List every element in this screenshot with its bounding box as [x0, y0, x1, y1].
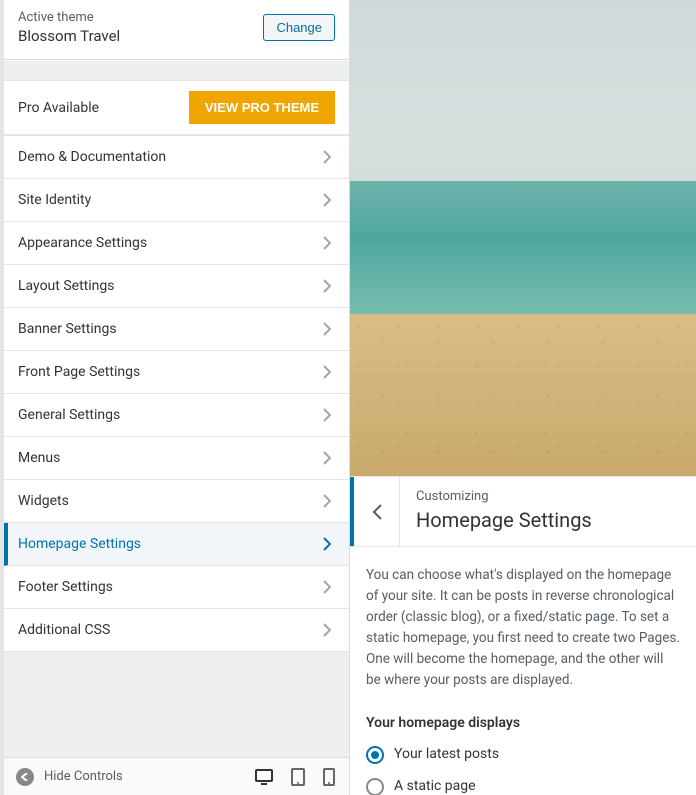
subpanel-description: You can choose what's displayed on the h… [366, 565, 680, 691]
subpanel-titles: Customizing Homepage Settings [400, 477, 608, 546]
separator [4, 60, 349, 80]
radio-static-page[interactable]: A static page [366, 776, 680, 795]
homepage-displays-heading: Your homepage displays [366, 713, 680, 735]
breadcrumb: Customizing [416, 489, 592, 504]
chevron-right-icon [319, 536, 335, 552]
nav-item-general-settings[interactable]: General Settings [4, 394, 349, 437]
nav-item-label: Demo & Documentation [18, 149, 166, 165]
subpanel-body: You can choose what's displayed on the h… [350, 547, 696, 795]
pro-available-row: Pro Available VIEW PRO THEME [4, 80, 349, 135]
chevron-right-icon [319, 622, 335, 638]
nav-item-label: Additional CSS [18, 622, 110, 638]
nav-item-label: Menus [18, 450, 60, 466]
tablet-icon[interactable] [291, 768, 305, 786]
customizer-nav: Demo & Documentation Site Identity Appea… [4, 135, 349, 652]
nav-item-appearance-settings[interactable]: Appearance Settings [4, 222, 349, 265]
nav-item-label: Site Identity [18, 192, 91, 208]
customizer-panel: Active theme Blossom Travel Change Pro A… [4, 0, 350, 795]
nav-item-demo-documentation[interactable]: Demo & Documentation [4, 135, 349, 179]
chevron-right-icon [319, 235, 335, 251]
nav-item-label: Appearance Settings [18, 235, 147, 251]
nav-item-banner-settings[interactable]: Banner Settings [4, 308, 349, 351]
mobile-icon[interactable] [323, 768, 335, 786]
nav-item-label: General Settings [18, 407, 120, 423]
change-theme-button[interactable]: Change [263, 14, 335, 41]
active-theme-label: Active theme [18, 10, 120, 25]
chevron-right-icon [319, 579, 335, 595]
radio-label: A static page [394, 776, 476, 795]
theme-header-text: Active theme Blossom Travel [18, 10, 120, 45]
desktop-icon[interactable] [255, 769, 273, 785]
customizer-app: Active theme Blossom Travel Change Pro A… [0, 0, 696, 795]
active-theme-name: Blossom Travel [18, 27, 120, 45]
theme-header: Active theme Blossom Travel Change [4, 0, 349, 60]
subpanel-title: Homepage Settings [416, 508, 592, 532]
nav-item-label: Footer Settings [18, 579, 113, 595]
chevron-right-icon [319, 321, 335, 337]
site-preview-image [350, 0, 696, 476]
radio-latest-posts[interactable]: Your latest posts [366, 744, 680, 766]
nav-item-widgets[interactable]: Widgets [4, 480, 349, 523]
chevron-right-icon [319, 364, 335, 380]
nav-item-homepage-settings[interactable]: Homepage Settings [4, 523, 349, 566]
nav-item-layout-settings[interactable]: Layout Settings [4, 265, 349, 308]
radio-label: Your latest posts [394, 744, 499, 766]
nav-item-additional-css[interactable]: Additional CSS [4, 609, 349, 652]
nav-item-site-identity[interactable]: Site Identity [4, 179, 349, 222]
preview-sand [350, 314, 696, 476]
collapse-left-icon [16, 768, 34, 786]
chevron-right-icon [319, 493, 335, 509]
preview-column: Customizing Homepage Settings You can ch… [350, 0, 696, 795]
hide-controls-label: Hide Controls [44, 769, 123, 784]
preview-sea [350, 181, 696, 324]
nav-item-front-page-settings[interactable]: Front Page Settings [4, 351, 349, 394]
chevron-right-icon [319, 450, 335, 466]
chevron-right-icon [319, 407, 335, 423]
subpanel-header: Customizing Homepage Settings [350, 476, 696, 547]
radio-unchecked-icon [366, 778, 384, 795]
chevron-right-icon [319, 149, 335, 165]
customizer-footer: Hide Controls [4, 757, 349, 795]
chevron-right-icon [319, 192, 335, 208]
nav-item-label: Front Page Settings [18, 364, 140, 380]
chevron-right-icon [319, 278, 335, 294]
nav-item-label: Homepage Settings [18, 536, 141, 552]
nav-item-menus[interactable]: Menus [4, 437, 349, 480]
radio-checked-icon [366, 746, 384, 764]
nav-item-footer-settings[interactable]: Footer Settings [4, 566, 349, 609]
nav-item-label: Banner Settings [18, 321, 117, 337]
device-preview-toggles [255, 768, 341, 786]
hide-controls-button[interactable]: Hide Controls [16, 768, 123, 786]
pro-available-label: Pro Available [18, 100, 99, 116]
view-pro-theme-button[interactable]: VIEW PRO THEME [189, 91, 335, 124]
back-button[interactable] [354, 477, 400, 546]
nav-item-label: Layout Settings [18, 278, 114, 294]
nav-item-label: Widgets [18, 493, 69, 509]
